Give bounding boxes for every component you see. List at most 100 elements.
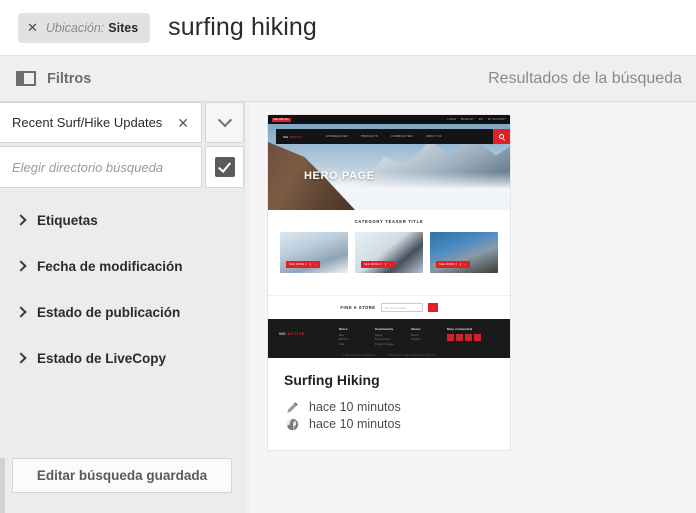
facet-label: Etiquetas [37, 212, 98, 228]
chevron-down-icon [217, 112, 232, 127]
location-chip-value: Sites [108, 20, 139, 35]
result-card-info: Surfing Hiking hace 10 minutos hace 10 m… [268, 358, 510, 450]
nav-link: ABOUT US [425, 135, 442, 138]
facet-fecha-de-modificacion[interactable]: Fecha de modificación [0, 253, 244, 279]
edit-saved-search-wrapper: Editar búsqueda guardada [0, 458, 244, 493]
directory-row: Elegir directorio búsqueda [0, 146, 244, 188]
page-thumbnail: WE.RETAIL LOGIN WISHLIST EN MY ACCOUNT W… [268, 115, 510, 358]
directory-placeholder: Elegir directorio búsqueda [12, 159, 164, 175]
chevron-right-icon [15, 352, 27, 364]
result-title: Surfing Hiking [284, 372, 380, 388]
footer-link: Discussions [375, 338, 390, 342]
teaser-title: CATEGORY TEASER TITLE [354, 219, 424, 224]
youtube-icon [474, 333, 481, 341]
footer-logo: WE.ACTIVE [279, 331, 305, 336]
topbar-link: LOGIN [447, 118, 456, 121]
footer-link: Support [411, 338, 421, 342]
chevron-right-icon [15, 306, 27, 318]
saved-search-field[interactable]: Recent Surf/Hike Updates ✕ [0, 102, 202, 143]
footer-column-about: About Brand Support [411, 327, 447, 343]
location-chip-label: Ubicación: [45, 20, 105, 35]
result-card[interactable]: WE.RETAIL LOGIN WISHLIST EN MY ACCOUNT W… [267, 114, 511, 451]
footer-link: Men [339, 333, 345, 337]
topbar-link: WISHLIST [460, 118, 474, 121]
footer-column-community: Community Blogs Discussions Product Usag… [375, 327, 411, 348]
close-icon[interactable]: ✕ [27, 21, 38, 34]
footer-link: Blogs [375, 333, 382, 337]
chevron-right-icon [15, 260, 27, 272]
arrow-right-icon: → [427, 303, 438, 312]
thumbnail-topbar: WE.RETAIL LOGIN WISHLIST EN MY ACCOUNT [268, 115, 510, 124]
filters-sidebar: Recent Surf/Hike Updates ✕ Elegir direct… [0, 102, 244, 513]
facet-estado-de-publicacion[interactable]: Estado de publicación [0, 299, 244, 325]
legal-text: © WE.ACTIVE COMPANY [342, 353, 376, 357]
modified-time: hace 10 minutos [309, 400, 401, 414]
facet-estado-de-livecopy[interactable]: Estado de LiveCopy [0, 345, 244, 371]
filters-bar: Filtros Resultados de la búsqueda [0, 56, 696, 102]
globe-icon [284, 418, 300, 431]
pencil-icon [284, 401, 300, 414]
facet-label: Estado de publicación [37, 304, 181, 320]
teaser-card: SEE MORE 1 → [280, 232, 348, 273]
teaser-card-list: SEE MORE 1 → SEE MORE 2 → SEE MORE 3 → [268, 232, 510, 273]
saved-search-value: Recent Surf/Hike Updates [12, 115, 163, 130]
footer-column-heading: Community [375, 327, 394, 331]
chevron-right-icon [15, 214, 27, 226]
footer-column-connect: Stay connected [447, 327, 481, 341]
thumbnail-topbar-logo: WE.RETAIL [272, 117, 291, 122]
modified-meta-row: hace 10 minutos [284, 400, 494, 414]
thumbnail-topbar-links: LOGIN WISHLIST EN MY ACCOUNT [447, 118, 506, 121]
teaser-button: SEE MORE 3 → [436, 261, 470, 268]
topbar-link: EN [478, 118, 483, 121]
filters-toggle[interactable]: Filtros [16, 71, 91, 87]
footer-column-heading: About [411, 327, 421, 331]
teaser-section: CATEGORY TEASER TITLE SEE MORE 1 → SEE MO… [268, 210, 510, 295]
find-a-store-input: ZIP, City, Country [380, 303, 423, 312]
directory-checkbox[interactable] [214, 157, 235, 177]
footer-link: Women [339, 338, 349, 342]
footer-connect-heading: Stay connected [447, 327, 472, 331]
teaser-button: SEE MORE 2 → [361, 261, 395, 268]
thumbnail-nav: WE.RETAIL EXPERIENCES PRODUCTS COMMUNITI… [276, 129, 510, 144]
facet-label: Estado de LiveCopy [37, 350, 167, 366]
teaser-card: SEE MORE 3 → [430, 232, 498, 273]
results-heading: Resultados de la búsqueda [488, 69, 682, 87]
facet-etiquetas[interactable]: Etiquetas [0, 207, 244, 233]
edit-saved-search-button[interactable]: Editar búsqueda guardada [12, 458, 232, 493]
facebook-icon [447, 333, 454, 341]
search-icon [493, 129, 510, 144]
directory-input[interactable]: Elegir directorio búsqueda [0, 146, 202, 188]
saved-search-dropdown-button[interactable] [205, 102, 244, 143]
footer-link: Kids [339, 343, 345, 347]
thumbnail-footer: WE.ACTIVE Store Men Women Kids Community… [268, 319, 510, 358]
thumbnail-hero: WE.RETAIL EXPERIENCES PRODUCTS COMMUNITI… [268, 124, 510, 210]
facet-label: Fecha de modificación [37, 258, 183, 274]
social-icon-list [447, 333, 481, 341]
nav-link: PRODUCTS [360, 135, 378, 138]
sidebar-scrollbar[interactable] [0, 458, 5, 513]
saved-search-row: Recent Surf/Hike Updates ✕ [0, 102, 244, 143]
teaser-card: SEE MORE 2 → [355, 232, 423, 273]
footer-link: Brand [411, 333, 419, 337]
instagram-icon [465, 333, 472, 341]
published-time: hace 10 minutos [309, 417, 401, 431]
filters-label: Filtros [47, 70, 92, 87]
footer-link: Product Usage [375, 343, 394, 347]
results-panel: WE.RETAIL LOGIN WISHLIST EN MY ACCOUNT W… [244, 102, 696, 513]
thumbnail-nav-logo: WE.RETAIL [283, 134, 302, 139]
clear-icon[interactable]: ✕ [174, 114, 192, 132]
location-filter-chip[interactable]: ✕ Ubicación: Sites [18, 12, 151, 43]
footer-legal: © WE.ACTIVE COMPANY TERMS OF USE & PRIVA… [268, 354, 510, 357]
results-scrollbar[interactable] [245, 102, 249, 513]
teaser-button: SEE MORE 1 → [286, 261, 320, 268]
footer-column-store: Store Men Women Kids [339, 327, 375, 348]
facet-list: Etiquetas Fecha de modificación Estado d… [0, 207, 244, 371]
app-header: ✕ Ubicación: Sites surfing hiking [0, 0, 696, 56]
nav-link: EXPERIENCES [326, 135, 348, 138]
panel-icon [16, 71, 36, 86]
search-query-text[interactable]: surfing hiking [168, 13, 317, 42]
find-a-store-label: FIND A STORE [340, 305, 376, 310]
footer-column-heading: Store [339, 327, 348, 331]
twitter-icon [456, 333, 463, 341]
directory-checkbox-wrapper[interactable] [205, 146, 244, 188]
